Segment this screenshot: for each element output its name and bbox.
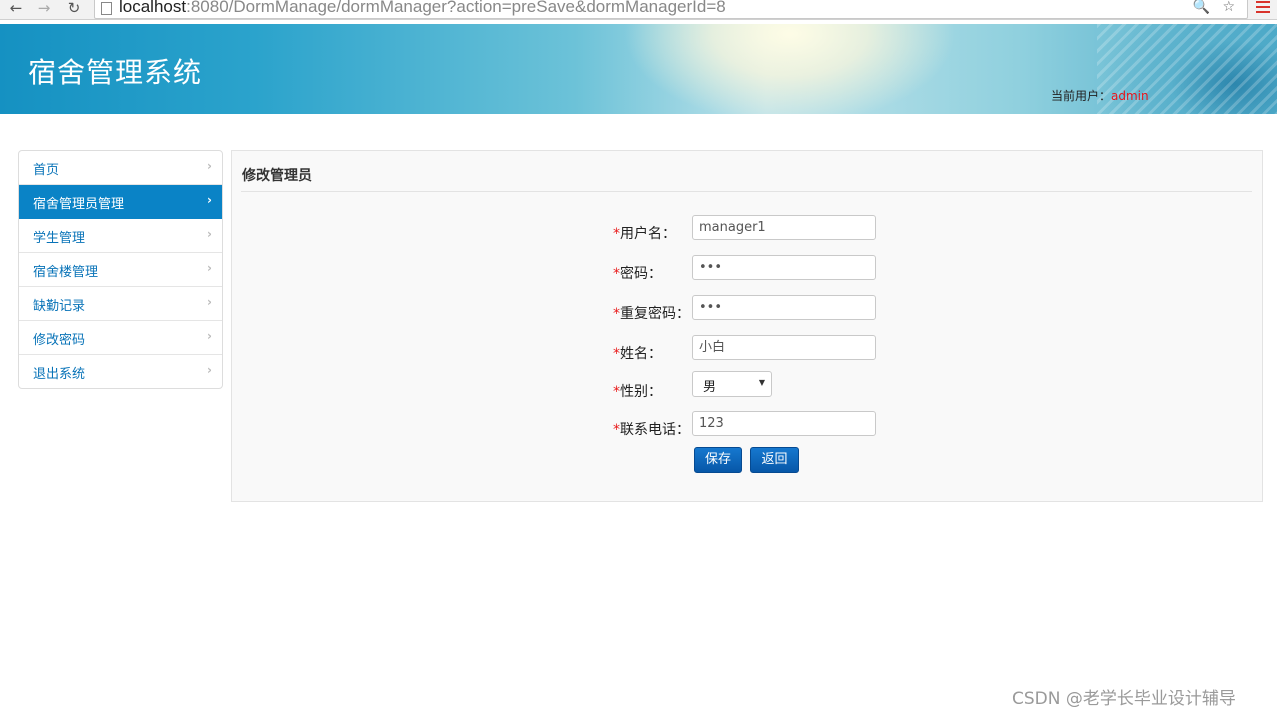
sidebar-item-absence[interactable]: 缺勤记录 ›	[19, 287, 222, 321]
current-user-name: admin	[1111, 89, 1149, 103]
save-button[interactable]: 保存	[694, 447, 742, 473]
required-mark: *	[613, 346, 620, 362]
sidebar-item-dorm-manager[interactable]: 宿舍管理员管理 ›	[19, 185, 222, 219]
required-mark: *	[613, 384, 620, 400]
current-user: 当前用户：admin	[1051, 87, 1149, 104]
sidebar-item-students[interactable]: 学生管理 ›	[19, 219, 222, 253]
chevron-right-icon: ›	[207, 261, 212, 275]
url-text[interactable]: localhost:8080/DormManage/dormManager?ac…	[119, 0, 726, 17]
gender-selected-value: 男	[703, 380, 717, 395]
name-label-text: 姓名：	[620, 346, 662, 362]
sidebar-nav: 首页 › 宿舍管理员管理 › 学生管理 › 宿舍楼管理 › 缺勤记录 › 修改密码 › 退出…	[18, 150, 223, 389]
back-button[interactable]: 返回	[750, 447, 799, 473]
address-bar[interactable]: localhost:8080/DormManage/dormManager?ac…	[94, 0, 1248, 19]
chevron-right-icon: ›	[207, 193, 212, 207]
reload-icon[interactable]: ↻	[64, 0, 84, 18]
url-host: localhost	[119, 0, 187, 16]
current-user-label: 当前用户：	[1051, 89, 1112, 103]
sidebar-item-change-password[interactable]: 修改密码 ›	[19, 321, 222, 355]
watermark: CSDN @老学长毕业设计辅导	[1012, 689, 1236, 709]
chevron-right-icon: ›	[207, 159, 212, 173]
edit-manager-panel: 修改管理员 *用户名： manager1 *密码： ••• *重复密码： •••…	[231, 150, 1263, 502]
forward-arrow-icon[interactable]: →	[34, 0, 54, 18]
sidebar-item-label: 宿舍楼管理	[33, 265, 99, 280]
chevron-right-icon: ›	[207, 329, 212, 343]
required-mark: *	[613, 266, 620, 282]
header-banner: 宿舍管理系统 当前用户：admin	[0, 24, 1277, 114]
chrome-menu-icon[interactable]	[1256, 1, 1270, 15]
page-icon	[101, 2, 112, 15]
chevron-right-icon: ›	[207, 295, 212, 309]
url-path: :8080/DormManage/dormManager?action=preS…	[186, 0, 726, 16]
gender-label: *性别：	[613, 381, 662, 401]
phone-input[interactable]: 123	[692, 411, 876, 436]
required-mark: *	[613, 226, 620, 242]
password-label: *密码：	[613, 263, 662, 283]
browser-toolbar: ← → ↻ localhost:8080/DormManage/dormMana…	[0, 0, 1277, 20]
gender-select[interactable]: 男 ▼	[692, 371, 772, 397]
sidebar-item-home[interactable]: 首页 ›	[19, 151, 222, 185]
gender-label-text: 性别：	[620, 384, 662, 400]
sidebar-item-label: 缺勤记录	[33, 299, 86, 314]
phone-label: *联系电话：	[613, 419, 690, 439]
confirm-password-label-text: 重复密码：	[620, 306, 690, 322]
password-label-text: 密码：	[620, 266, 662, 282]
phone-label-text: 联系电话：	[620, 422, 690, 438]
username-input[interactable]: manager1	[692, 215, 876, 240]
sidebar-item-label: 修改密码	[33, 333, 86, 348]
page-title: 修改管理员	[242, 168, 312, 184]
chevron-right-icon: ›	[207, 363, 212, 377]
name-input[interactable]: 小白	[692, 335, 876, 360]
address-bar-icons[interactable]: 🔍 ☆	[1193, 0, 1239, 15]
back-arrow-icon[interactable]: ←	[6, 0, 26, 18]
system-title: 宿舍管理系统	[28, 56, 203, 89]
sidebar-item-label: 首页	[33, 163, 60, 178]
dropdown-arrow-icon: ▼	[758, 378, 765, 387]
sidebar-item-logout[interactable]: 退出系统 ›	[19, 355, 222, 388]
confirm-password-label: *重复密码：	[613, 303, 690, 323]
required-mark: *	[613, 422, 620, 438]
required-mark: *	[613, 306, 620, 322]
password-input[interactable]: •••	[692, 255, 876, 280]
username-label: *用户名：	[613, 223, 676, 243]
divider	[241, 191, 1252, 192]
sidebar-item-label: 学生管理	[33, 231, 86, 246]
name-label: *姓名：	[613, 343, 662, 363]
sidebar-item-label: 宿舍管理员管理	[33, 197, 125, 212]
sidebar-item-label: 退出系统	[33, 367, 86, 382]
sidebar-item-buildings[interactable]: 宿舍楼管理 ›	[19, 253, 222, 287]
chevron-right-icon: ›	[207, 227, 212, 241]
confirm-password-input[interactable]: •••	[692, 295, 876, 320]
username-label-text: 用户名：	[620, 226, 676, 242]
